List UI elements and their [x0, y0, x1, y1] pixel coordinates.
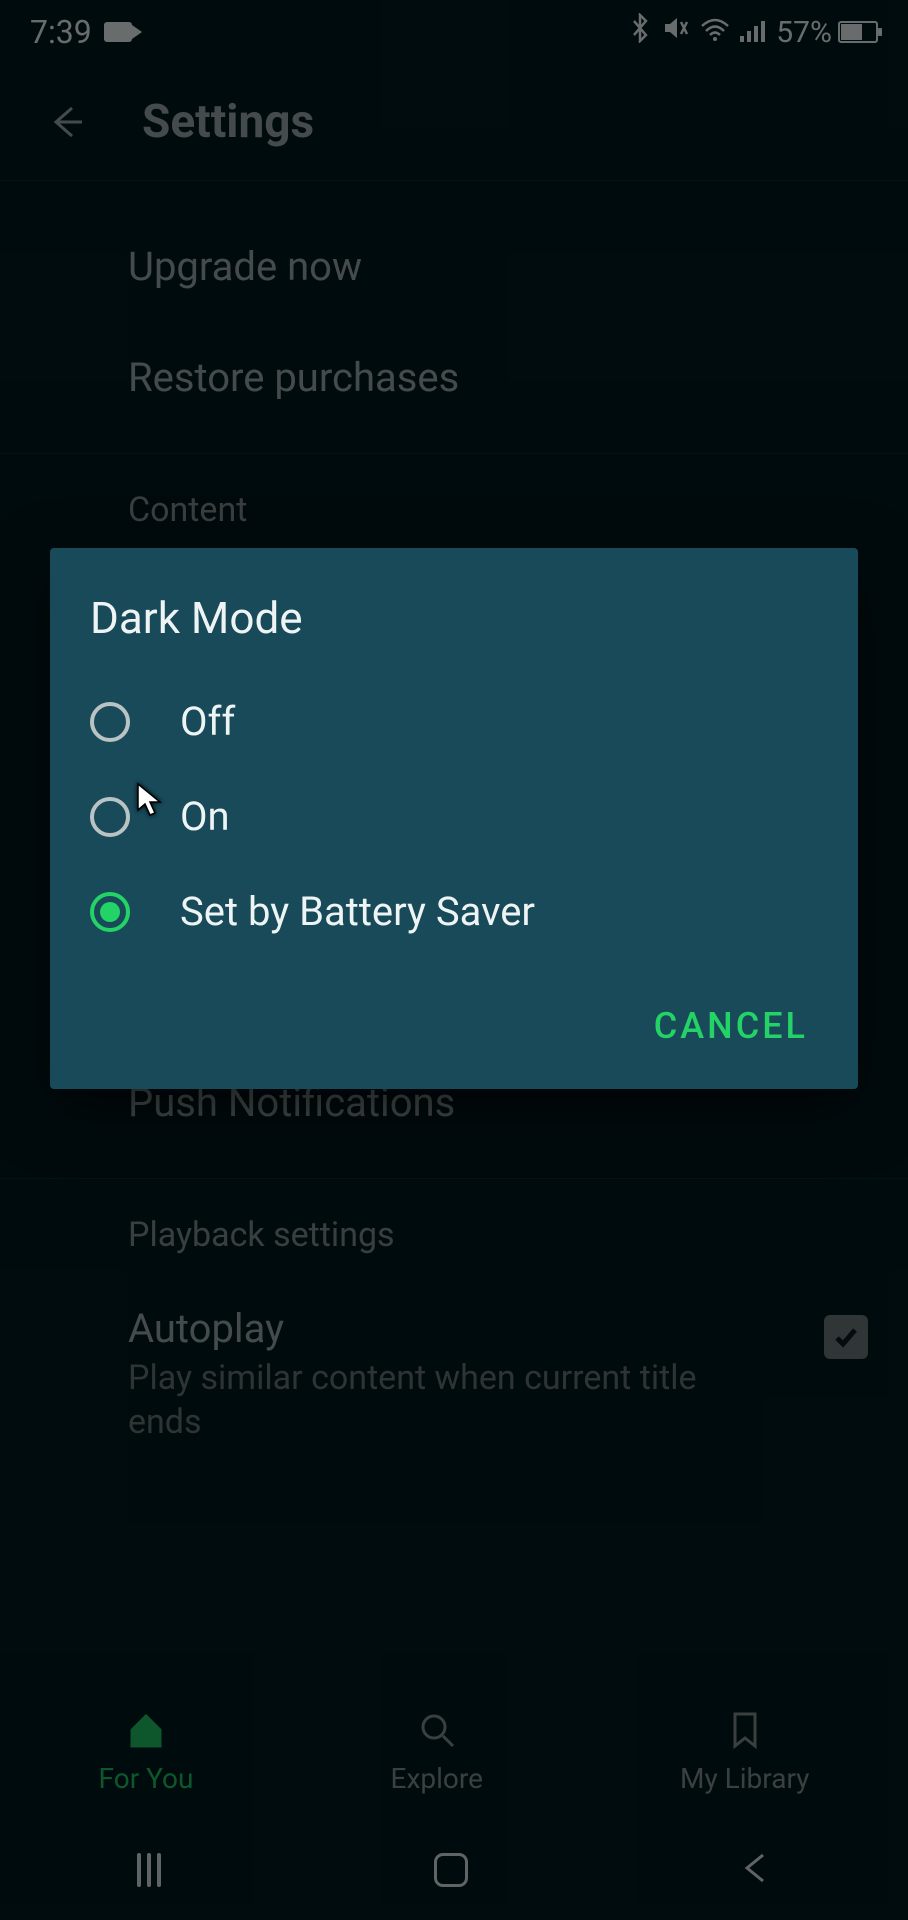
mouse-cursor-icon — [136, 782, 164, 822]
radio-label: On — [180, 793, 230, 840]
cancel-button[interactable]: CANCEL — [644, 991, 818, 1061]
radio-icon — [90, 797, 130, 837]
radio-option-on[interactable]: On — [90, 769, 818, 864]
radio-icon-checked — [90, 892, 130, 932]
radio-option-off[interactable]: Off — [90, 674, 818, 769]
radio-label: Off — [180, 698, 235, 745]
radio-label: Set by Battery Saver — [180, 888, 535, 935]
radio-option-battery-saver[interactable]: Set by Battery Saver — [90, 864, 818, 959]
dark-mode-dialog: Dark Mode Off On Set by Battery Saver CA… — [50, 548, 858, 1089]
radio-icon — [90, 702, 130, 742]
dialog-title: Dark Mode — [90, 592, 818, 644]
